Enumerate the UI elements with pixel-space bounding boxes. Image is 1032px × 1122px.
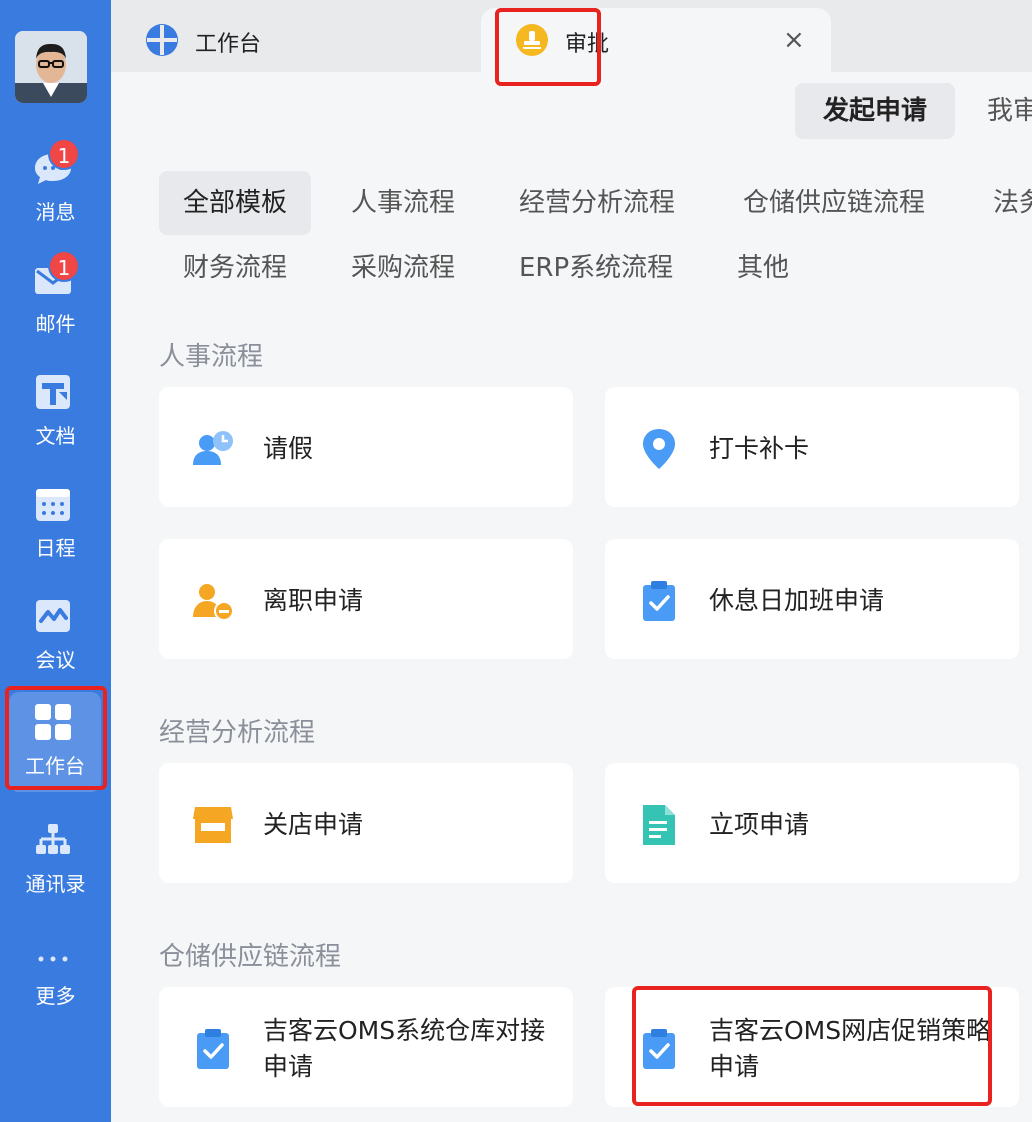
template-card-project-initiation[interactable]: 立项申请 (605, 763, 1019, 883)
sidebar-item-messages[interactable]: 1 消息 (0, 138, 111, 238)
section-title: 经营分析流程 (159, 718, 316, 748)
grid-icon (35, 704, 71, 740)
tab-label: 工作台 (195, 32, 262, 57)
tab-workbench[interactable]: 工作台 (111, 8, 479, 72)
clipboard-check-icon (643, 581, 675, 621)
sidebar: 1 消息 1 邮件 文档 日程 会议 工作台 通讯录 更多 (0, 0, 111, 1122)
template-card-weekend-overtime[interactable]: 休息日加班申请 (605, 539, 1019, 659)
filter-supply-chain[interactable]: 仓储供应链流程 (743, 171, 925, 235)
sidebar-item-label: 会议 (35, 648, 76, 672)
clipboard-check-icon (643, 1029, 675, 1069)
card-label: 立项申请 (709, 810, 810, 839)
start-application-button[interactable]: 发起申请 (795, 83, 955, 139)
template-card-resignation[interactable]: 离职申请 (159, 539, 573, 659)
template-card-oms-promotion[interactable]: 吉客云OMS网店促销策略申请 (605, 987, 1019, 1107)
sidebar-item-more[interactable]: 更多 (0, 922, 111, 1022)
workbench-icon (146, 24, 178, 56)
sidebar-item-meeting[interactable]: 会议 (0, 586, 111, 686)
sidebar-item-label: 邮件 (35, 312, 76, 336)
filter-finance[interactable]: 财务流程 (183, 236, 287, 300)
card-label: 休息日加班申请 (709, 586, 885, 615)
card-label: 请假 (263, 434, 314, 463)
sidebar-item-label: 工作台 (25, 754, 85, 778)
more-dots-icon (38, 956, 68, 962)
clipboard-check-icon (197, 1029, 229, 1069)
card-label: 离职申请 (263, 586, 364, 615)
sidebar-item-label: 通讯录 (25, 872, 86, 896)
filter-hr[interactable]: 人事流程 (351, 171, 455, 235)
sidebar-item-docs[interactable]: 文档 (0, 362, 111, 462)
filter-legal[interactable]: 法务 (993, 171, 1032, 235)
tab-approval[interactable]: 审批 × (481, 8, 831, 72)
section-title: 人事流程 (159, 342, 264, 372)
sidebar-item-contacts[interactable]: 通讯录 (0, 810, 111, 910)
close-icon[interactable]: × (783, 27, 807, 53)
template-card-store-closure[interactable]: 关店申请 (159, 763, 573, 883)
filter-business-analysis[interactable]: 经营分析流程 (519, 171, 675, 235)
location-pin-icon (643, 429, 675, 469)
template-card-oms-warehouse[interactable]: 吉客云OMS系统仓库对接申请 (159, 987, 573, 1107)
card-label: 吉客云OMS网店促销策略申请 (709, 1016, 992, 1081)
sidebar-item-label: 文档 (35, 424, 76, 448)
filter-procurement[interactable]: 采购流程 (351, 236, 455, 300)
sidebar-item-calendar[interactable]: 日程 (0, 474, 111, 574)
tab-bar: 工作台 审批 × (111, 0, 1032, 72)
shop-icon (193, 807, 233, 843)
card-label: 打卡补卡 (709, 434, 810, 463)
document-icon (36, 375, 70, 409)
file-doc-icon (643, 805, 675, 845)
org-chart-icon (36, 824, 70, 854)
filter-erp[interactable]: ERP系统流程 (519, 236, 673, 300)
resign-user-icon (193, 584, 234, 621)
calendar-icon (36, 489, 70, 521)
template-card-clock-in[interactable]: 打卡补卡 (605, 387, 1019, 507)
filter-all-templates[interactable]: 全部模板 (159, 171, 312, 235)
unread-badge: 1 (48, 250, 80, 282)
leave-user-clock-icon (193, 431, 233, 465)
template-card-leave[interactable]: 请假 (159, 387, 573, 507)
tab-label: 审批 (565, 32, 610, 57)
approval-stamp-icon (516, 24, 548, 56)
sidebar-item-label: 更多 (35, 984, 76, 1008)
filter-other[interactable]: 其他 (737, 236, 789, 300)
card-label: 吉客云OMS系统仓库对接申请 (263, 1016, 546, 1081)
my-approvals-button[interactable]: 我审 (987, 83, 1032, 139)
meeting-icon (36, 600, 70, 632)
section-title: 仓储供应链流程 (159, 942, 342, 972)
unread-badge: 1 (48, 138, 80, 170)
card-label: 关店申请 (263, 810, 364, 839)
sidebar-item-label: 日程 (35, 536, 76, 560)
sidebar-item-mail[interactable]: 1 邮件 (0, 250, 111, 350)
sidebar-item-label: 消息 (35, 200, 76, 224)
sidebar-item-workbench[interactable]: 工作台 (9, 692, 101, 792)
avatar[interactable] (15, 31, 87, 103)
main-content: 发起申请 我审 全部模板 人事流程 经营分析流程 仓储供应链流程 法务 财务流程… (111, 72, 1032, 1122)
